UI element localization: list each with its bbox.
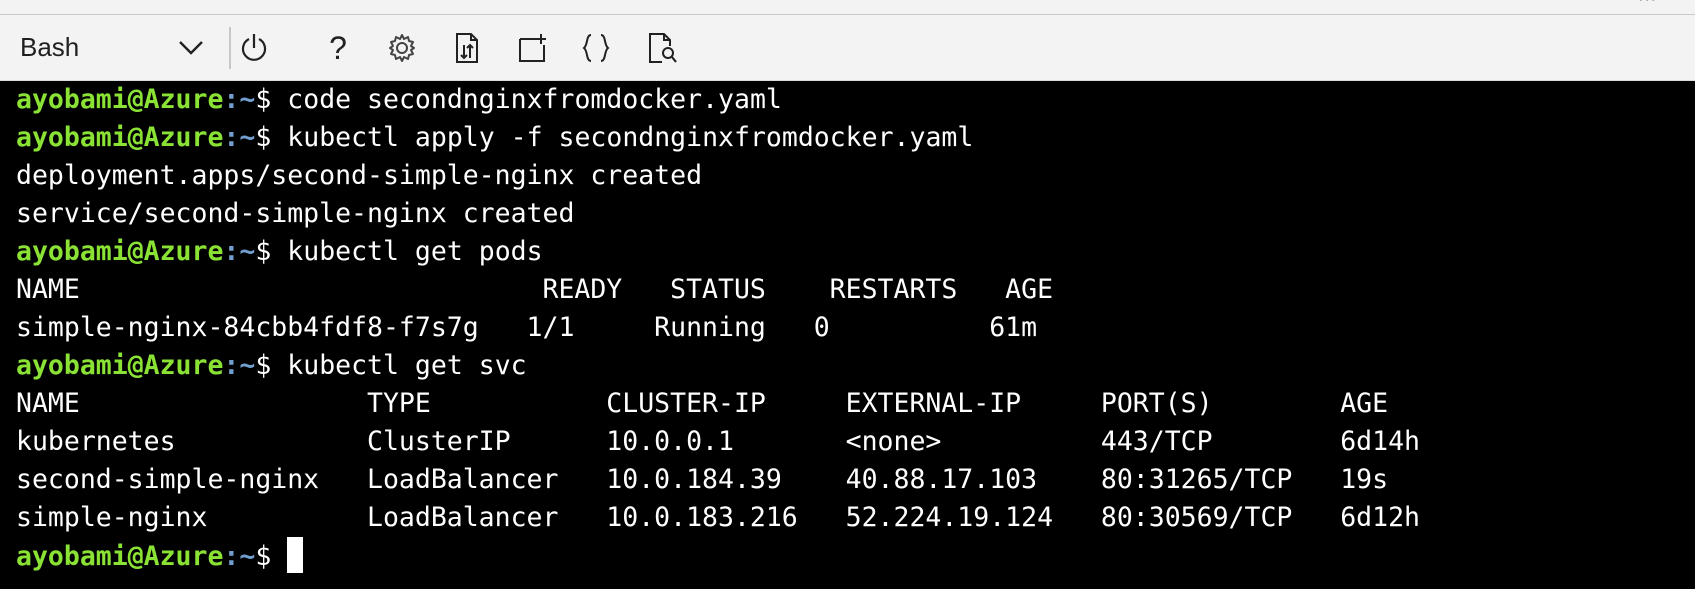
editor-button[interactable] [574, 27, 618, 69]
terminal-command-line: ayobami@Azure:~$ kubectl apply -f second… [16, 119, 1695, 157]
prompt-user: ayobami@Azure [16, 541, 224, 572]
prompt-dollar: $ [255, 84, 288, 115]
prompt-user: ayobami@Azure [16, 236, 224, 267]
settings-button[interactable] [380, 27, 424, 69]
prompt-dollar: $ [255, 122, 288, 153]
prompt-path: ~ [239, 122, 256, 153]
web-preview-icon [649, 33, 677, 63]
terminal-cursor [287, 537, 304, 573]
prompt-separator: : [223, 541, 240, 572]
prompt-separator: : [223, 84, 240, 115]
prompt-path: ~ [239, 350, 256, 381]
terminal-output-line: simple-nginx LoadBalancer 10.0.183.216 5… [16, 502, 1420, 533]
terminal-output-line: simple-nginx-84cbb4fdf8-f7s7g 1/1 Runnin… [16, 312, 1038, 343]
help-button[interactable]: ? [316, 27, 360, 69]
chevron-down-icon [179, 41, 203, 55]
terminal-output-line: kubernetes ClusterIP 10.0.0.1 <none> 443… [16, 426, 1420, 457]
toolbar-divider [229, 27, 231, 69]
web-preview-button[interactable] [640, 27, 684, 69]
terminal-output[interactable]: ayobami@Azure:~$ code secondnginxfromdoc… [0, 81, 1695, 589]
prompt-dollar: $ [255, 236, 288, 267]
terminal-output-line: NAME READY STATUS RESTARTS AGE [16, 274, 1054, 305]
new-session-icon [519, 34, 546, 62]
prompt-user: ayobami@Azure [16, 350, 224, 381]
prompt-path: ~ [239, 84, 256, 115]
shell-type-label: Bash [20, 31, 80, 62]
prompt-separator: : [223, 236, 240, 267]
prompt-user: ayobami@Azure [16, 122, 224, 153]
terminal-command-line: ayobami@Azure:~$ kubectl get pods [16, 233, 1695, 271]
prompt-user: ayobami@Azure [16, 84, 224, 115]
terminal-command-line: ayobami@Azure:~$ kubectl get svc [16, 347, 1695, 385]
terminal-command-line: ayobami@Azure:~$ [16, 537, 1695, 575]
prompt-path: ~ [239, 236, 256, 267]
command-text: kubectl get svc [287, 350, 527, 381]
upload-download-button[interactable] [446, 27, 490, 69]
prompt-dollar: $ [255, 541, 288, 572]
shell-type-select[interactable]: Bash [8, 25, 218, 69]
power-icon [241, 34, 267, 61]
terminal-command-line: ayobami@Azure:~$ code secondnginxfromdoc… [16, 81, 1695, 119]
help-icon: ? [329, 29, 347, 66]
editor-braces-icon [582, 34, 610, 62]
more-icon[interactable]: ··· [1638, 0, 1657, 9]
upload-download-icon [456, 33, 478, 63]
prompt-separator: : [223, 122, 240, 153]
restart-button[interactable] [232, 27, 276, 69]
gear-icon [389, 34, 415, 62]
command-text: kubectl get pods [287, 236, 543, 267]
terminal-output-line: NAME TYPE CLUSTER-IP EXTERNAL-IP PORT(S)… [16, 388, 1389, 419]
command-text: kubectl apply -f secondnginxfromdocker.y… [287, 122, 974, 153]
terminal-output-line: second-simple-nginx LoadBalancer 10.0.18… [16, 464, 1389, 495]
cloud-shell-toolbar: Bash ? [0, 15, 1695, 81]
new-session-button[interactable] [510, 27, 554, 69]
prompt-dollar: $ [255, 350, 288, 381]
command-text: code secondnginxfromdocker.yaml [287, 84, 782, 115]
prompt-path: ~ [239, 541, 256, 572]
window-top-strip: ··· [0, 0, 1695, 15]
terminal-output-line: deployment.apps/second-simple-nginx crea… [16, 160, 703, 191]
prompt-separator: : [223, 350, 240, 381]
terminal-output-line: service/second-simple-nginx created [16, 198, 575, 229]
